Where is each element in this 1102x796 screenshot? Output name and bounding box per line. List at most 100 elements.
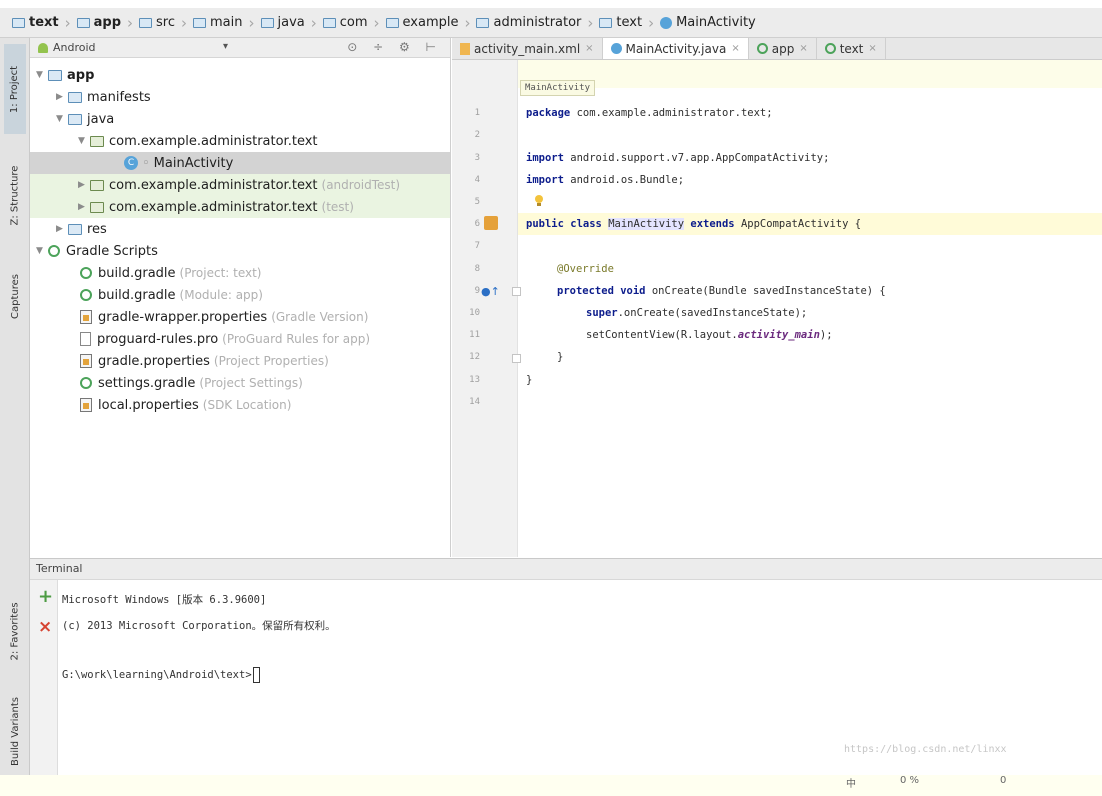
close-icon[interactable]: × (868, 43, 876, 54)
tree-item-gradle-scripts[interactable]: ▼ Gradle Scripts (36, 240, 158, 262)
new-session-icon[interactable]: + (38, 588, 53, 606)
line-number: 14 (469, 397, 480, 407)
tree-note: (Project Properties) (213, 354, 329, 368)
tab-mainactivity-java[interactable]: MainActivity.java × (602, 38, 749, 59)
collapse-arrow-icon[interactable]: ▶ (56, 92, 68, 102)
tab-label: activity_main.xml (474, 41, 581, 56)
code-text: com.example.administrator.text; (570, 107, 773, 119)
tree-item-build-gradle-module[interactable]: build.gradle (Module: app) (80, 284, 263, 306)
status-fragment: 0 % (900, 775, 920, 786)
properties-file-icon (80, 354, 92, 368)
code-line-4[interactable]: import android.os.Bundle; (526, 169, 684, 191)
terminal-cursor (252, 667, 260, 683)
breadcrumb-label: administrator (493, 15, 582, 30)
project-view-selector[interactable]: Android (53, 41, 96, 54)
tab-favorites[interactable]: 2: Favorites (4, 588, 26, 674)
collapse-arrow-icon[interactable]: ▶ (78, 180, 90, 190)
tree-label: com.example.administrator.text (109, 199, 318, 215)
breadcrumb-item-main[interactable]: main (191, 15, 248, 30)
code-line-1[interactable]: package com.example.administrator.text; (526, 102, 773, 124)
package-icon (599, 17, 613, 28)
breadcrumb-label: text (29, 15, 59, 30)
code-line-9[interactable]: protected void onCreate(Bundle savedInst… (557, 280, 886, 302)
lightbulb-icon[interactable] (534, 195, 544, 207)
tree-item-app[interactable]: ▼ app (36, 64, 94, 86)
tree-label: gradle.properties (98, 353, 210, 369)
code-line-11[interactable]: setContentView(R.layout.activity_main); (586, 324, 833, 346)
fold-marker-icon[interactable] (512, 287, 521, 296)
fold-marker-icon[interactable] (512, 354, 521, 363)
status-strip: 中 0 % 0 (0, 775, 1102, 796)
breadcrumb-item-project[interactable]: text (10, 15, 65, 30)
breadcrumb-item-administrator[interactable]: administrator (474, 15, 587, 30)
breadcrumb-label: java (277, 15, 305, 30)
collapse-arrow-icon[interactable]: ▶ (78, 202, 90, 212)
tab-captures[interactable]: Captures (4, 256, 26, 336)
tab-project[interactable]: 1: Project (4, 44, 26, 134)
tree-note: (Project: text) (179, 266, 262, 280)
breadcrumb-item-src[interactable]: src (137, 15, 181, 30)
scope-label[interactable]: MainActivity (520, 80, 596, 96)
code-line-10[interactable]: super.onCreate(savedInstanceState); (586, 302, 807, 324)
tree-item-java[interactable]: ▼ java (56, 108, 114, 130)
tree-note: (test) (321, 200, 354, 214)
terminal-prompt: G:\work\learning\Android\text> (62, 669, 252, 681)
tab-activity-main-xml[interactable]: activity_main.xml × (452, 38, 603, 59)
terminal-prompt-line[interactable]: G:\work\learning\Android\text> (62, 667, 260, 683)
line-number: 9 (474, 286, 480, 296)
expand-arrow-icon[interactable]: ▼ (78, 136, 90, 146)
line-number: 2 (474, 130, 480, 140)
code-line-6[interactable]: public class MainActivity extends AppCom… (526, 213, 861, 235)
chevron-right-icon: › (373, 13, 380, 32)
expand-arrow-icon[interactable]: ▼ (36, 246, 48, 256)
expand-arrow-icon[interactable]: ▼ (36, 70, 48, 80)
xml-file-icon (460, 42, 470, 55)
tab-build-variants[interactable]: Build Variants (4, 688, 26, 774)
tree-item-package-main[interactable]: ▼ com.example.administrator.text (78, 130, 318, 152)
breadcrumb-item-com[interactable]: com (321, 15, 374, 30)
close-icon[interactable]: × (585, 43, 593, 54)
override-icon[interactable]: ●↑ (481, 285, 500, 298)
tree-item-build-gradle-project[interactable]: build.gradle (Project: text) (80, 262, 262, 284)
code-line-3[interactable]: import android.support.v7.app.AppCompatA… (526, 147, 829, 169)
package-icon (322, 17, 336, 28)
close-icon[interactable]: × (799, 43, 807, 54)
tree-item-gradle-properties[interactable]: gradle.properties (Project Properties) (80, 350, 329, 372)
collapse-arrow-icon[interactable]: ▶ (56, 224, 68, 234)
tab-text[interactable]: text × (817, 38, 886, 59)
tree-item-res[interactable]: ▶ res (56, 218, 107, 240)
tree-item-package-androidtest[interactable]: ▶ com.example.administrator.text (androidT… (30, 174, 450, 196)
code-text: } (557, 351, 564, 363)
code-line-12[interactable]: } (557, 346, 563, 368)
breadcrumb-label: src (156, 15, 176, 30)
close-icon[interactable]: × (731, 43, 739, 54)
breadcrumb-item-example[interactable]: example (384, 15, 465, 30)
tree-item-gradle-wrapper[interactable]: gradle-wrapper.properties (Gradle Version… (80, 306, 368, 328)
tab-structure[interactable]: Z: Structure (4, 150, 26, 240)
expand-arrow-icon[interactable]: ▼ (56, 114, 68, 124)
tree-item-settings-gradle[interactable]: settings.gradle (Project Settings) (80, 372, 303, 394)
chevron-down-icon[interactable]: ▾ (223, 41, 228, 52)
run-gutter-icon[interactable] (484, 216, 498, 230)
breadcrumb-item-text[interactable]: text (597, 15, 648, 30)
code-line-13[interactable]: } (526, 369, 532, 391)
breadcrumb-item-mainactivity[interactable]: MainActivity (658, 15, 762, 30)
breadcrumb-item-module[interactable]: app (75, 15, 127, 30)
tab-app[interactable]: app × (749, 38, 817, 59)
tree-item-proguard[interactable]: proguard-rules.pro (ProGuard Rules for ap… (80, 328, 370, 350)
tree-item-manifests[interactable]: ▶ manifests (56, 86, 151, 108)
tree-note: (Gradle Version) (271, 310, 369, 324)
chevron-right-icon: › (181, 13, 188, 32)
tree-item-local-properties[interactable]: local.properties (SDK Location) (80, 394, 291, 416)
code-line-8[interactable]: @Override (557, 258, 614, 280)
project-tools-icons[interactable]: ⊙ ÷ ⚙ ⊢ (347, 40, 442, 54)
terminal-output-line: Microsoft Windows [版本 6.3.9600] (62, 594, 267, 606)
line-number: 5 (474, 197, 480, 207)
tree-item-mainactivity[interactable]: C ◦ MainActivity (30, 152, 450, 174)
close-session-icon[interactable]: × (38, 618, 52, 636)
breadcrumb-item-java[interactable]: java (259, 15, 311, 30)
tree-item-package-test[interactable]: ▶ com.example.administrator.text (test) (30, 196, 450, 218)
terminal-panel[interactable]: + × Microsoft Windows [版本 6.3.9600] (c) … (30, 580, 1102, 775)
gradle-icon (80, 377, 92, 389)
breadcrumb-label: com (339, 15, 368, 30)
